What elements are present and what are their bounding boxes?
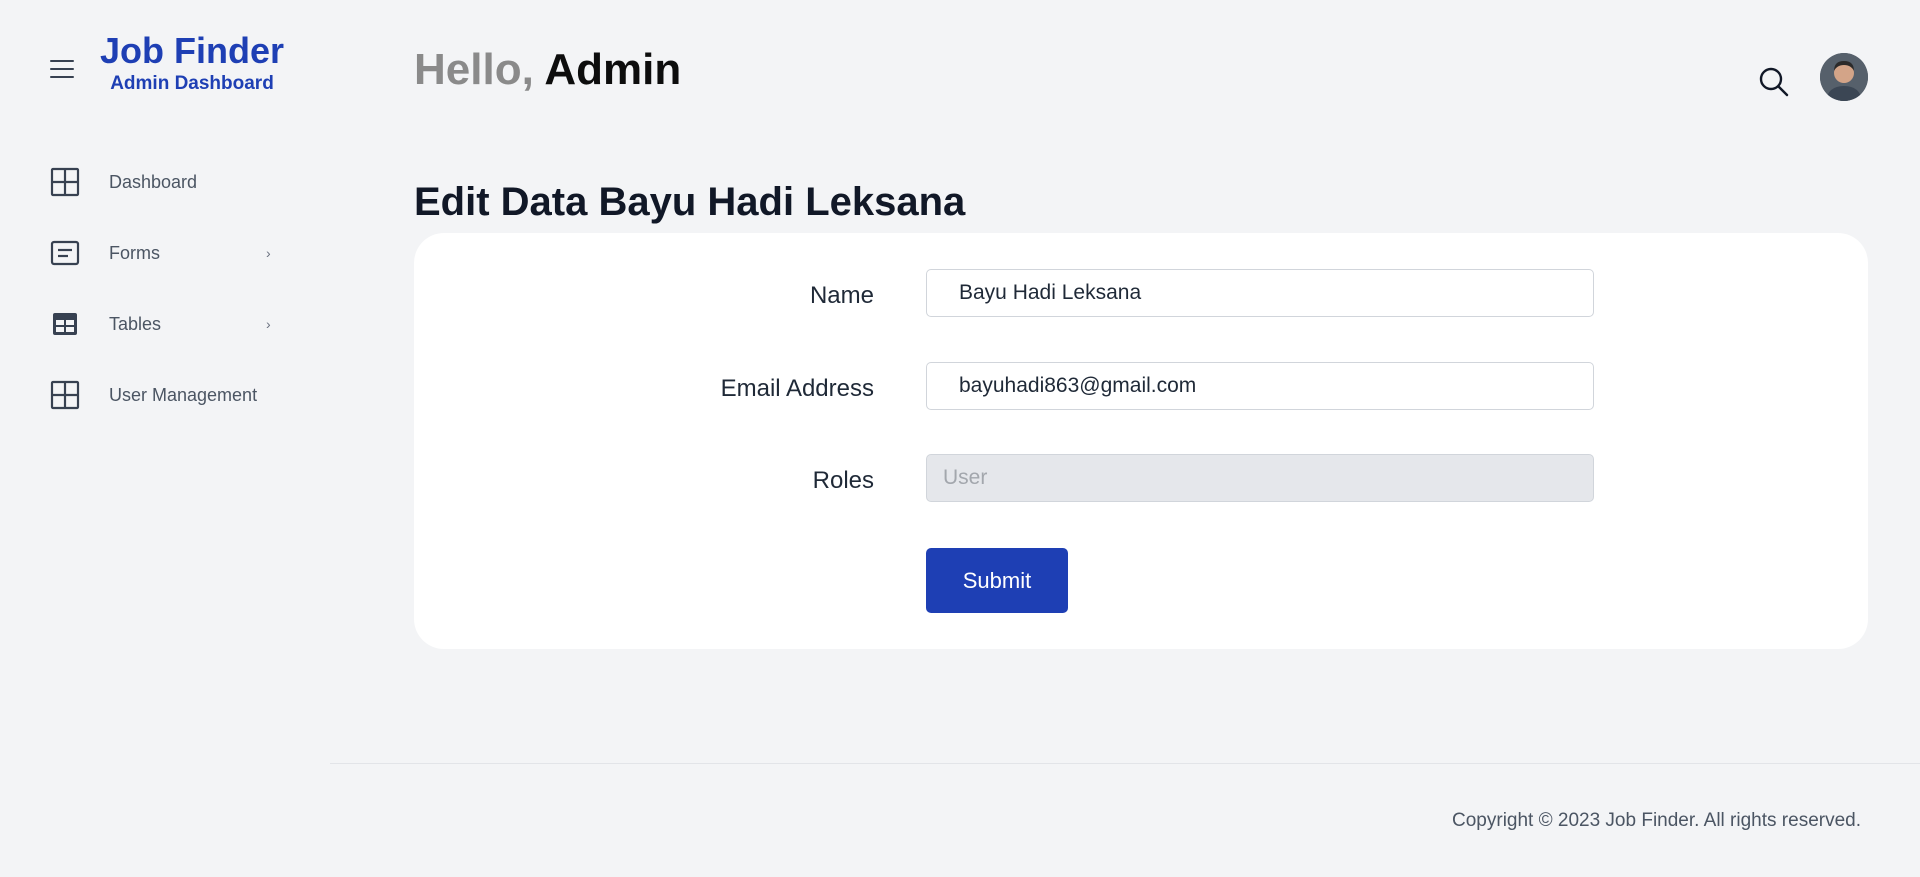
- page-title: Edit Data Bayu Hadi Leksana: [414, 180, 966, 224]
- chevron-right-icon: ›: [266, 316, 271, 332]
- name-input[interactable]: Bayu Hadi Leksana: [926, 269, 1594, 317]
- sidebar-item-label: Dashboard: [109, 171, 198, 192]
- form-icon: [50, 235, 88, 271]
- email-input[interactable]: bayuhadi863@gmail.com: [926, 362, 1594, 410]
- greeting: Hello, Admin: [414, 44, 681, 96]
- sidebar-item-dashboard[interactable]: Dashboard: [50, 164, 280, 200]
- footer-divider: [330, 763, 1920, 764]
- roles-input: User: [926, 454, 1594, 502]
- sidebar-item-label: User Management: [109, 384, 258, 405]
- roles-row: Roles User: [414, 454, 1868, 504]
- submit-button[interactable]: Submit: [926, 548, 1068, 613]
- email-label: Email Address: [720, 375, 874, 402]
- sidebar-item-tables[interactable]: Tables ›: [50, 306, 280, 342]
- sidebar: Job Finder Admin Dashboard Dashboard For…: [0, 0, 330, 877]
- roles-label: Roles: [812, 467, 874, 494]
- sidebar-item-label: Forms: [109, 242, 160, 263]
- grid-icon: [50, 164, 88, 200]
- greeting-prefix: Hello,: [414, 45, 534, 94]
- name-label: Name: [809, 282, 874, 309]
- sidebar-item-label: Tables: [109, 313, 162, 334]
- sidebar-item-forms[interactable]: Forms ›: [50, 235, 280, 271]
- name-row: Name Bayu Hadi Leksana: [414, 269, 1868, 319]
- brand-title: Job Finder: [100, 30, 285, 71]
- brand-subtitle: Admin Dashboard: [110, 73, 274, 94]
- chevron-right-icon: ›: [266, 245, 271, 261]
- sidebar-nav: Dashboard Forms › Tables › User Manageme…: [50, 164, 280, 448]
- edit-user-form: Name Bayu Hadi Leksana Email Address bay…: [414, 233, 1868, 649]
- sidebar-item-user-management[interactable]: User Management: [50, 377, 280, 413]
- hamburger-menu-icon[interactable]: [50, 54, 80, 84]
- email-row: Email Address bayuhadi863@gmail.com: [414, 362, 1868, 412]
- greeting-name: Admin: [544, 45, 682, 94]
- copyright-text: Copyright © 2023 Job Finder. All rights …: [1452, 810, 1861, 831]
- user-avatar[interactable]: [1820, 53, 1868, 101]
- search-icon[interactable]: [1758, 66, 1790, 98]
- brand-row: Job Finder Admin Dashboard: [50, 30, 284, 96]
- table-icon: [50, 306, 88, 342]
- brand-logo[interactable]: Job Finder Admin Dashboard: [100, 30, 284, 96]
- grid-icon: [50, 377, 88, 413]
